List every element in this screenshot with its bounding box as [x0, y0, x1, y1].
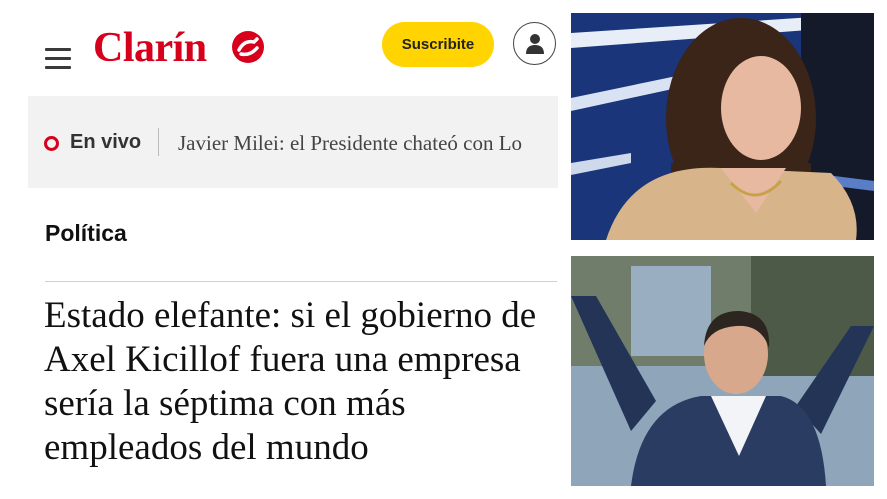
article-headline[interactable]: Estado elefante: si el gobierno de Axel …: [44, 294, 554, 470]
ticker-divider: [158, 128, 159, 156]
photo-woman-tv-interview: [571, 13, 874, 240]
live-headline-link[interactable]: Javier Milei: el Presidente chateó con L…: [178, 131, 522, 156]
user-account-button[interactable]: [513, 22, 556, 65]
photo-man-arms-raised: [571, 256, 874, 486]
news-page: Clarín Suscribite En vivo Javier Milei: …: [28, 12, 558, 486]
section-label[interactable]: Política: [45, 220, 127, 247]
section-divider: [45, 281, 557, 282]
live-label: En vivo: [70, 131, 142, 153]
subscribe-button[interactable]: Suscribite: [382, 22, 494, 67]
live-ticker[interactable]: En vivo Javier Milei: el Presidente chat…: [28, 96, 558, 188]
logo-mark-icon: [232, 31, 264, 63]
menu-icon[interactable]: [45, 48, 71, 70]
user-icon: [525, 33, 544, 54]
site-logo[interactable]: Clarín: [93, 24, 207, 72]
live-dot-icon: [44, 136, 59, 151]
site-header: Clarín Suscribite: [28, 12, 558, 94]
